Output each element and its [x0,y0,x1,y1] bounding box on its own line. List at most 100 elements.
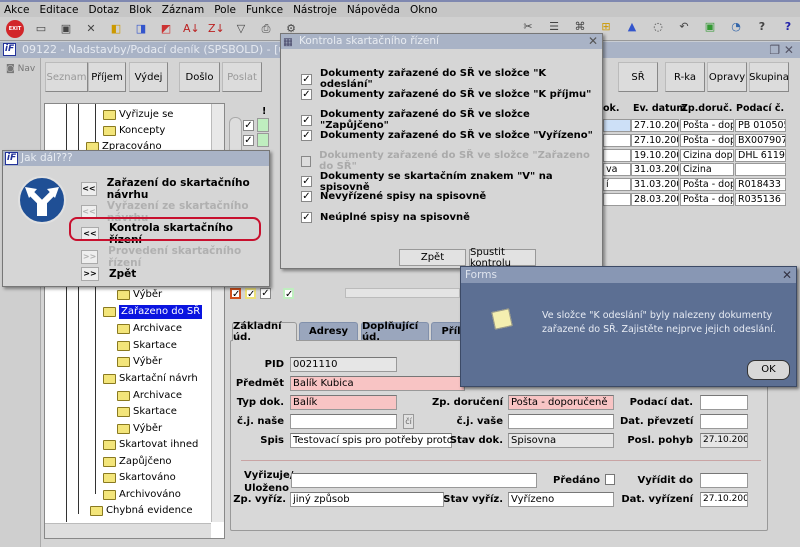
cj-vase-field[interactable] [508,414,614,429]
menu-okno[interactable]: Okno [410,4,437,16]
spis-field[interactable]: Testovací spis pro potřeby protokol [290,433,452,448]
table-cell[interactable]: 28.03.2006 [631,193,679,206]
tree-item[interactable]: Koncepty [103,124,165,138]
checkbox[interactable]: ✓ [301,73,312,85]
typ-dok-field[interactable]: Balík [290,395,397,410]
query-cancel-icon[interactable]: ◩ [158,22,174,36]
query-execute-icon[interactable]: ◨ [133,22,149,36]
tab-doplnujici-ud[interactable]: Doplňující úd. [361,321,429,343]
table-cell[interactable] [603,133,631,147]
tree-item[interactable]: Skartace [117,339,177,353]
save-icon[interactable]: ▣ [58,22,74,36]
menu-akce[interactable]: Akce [4,4,30,16]
table-cell[interactable]: BX00790774 [735,133,786,147]
cut-icon[interactable]: ✂ [520,20,536,34]
table-cell[interactable]: Pošta - doporu [680,133,734,147]
table-cell[interactable] [603,119,631,132]
table-cell[interactable]: í [603,178,631,192]
window-icon[interactable]: ▣ [702,20,718,34]
table-cell[interactable]: 27.10.2006 [631,133,679,147]
checkbox[interactable]: ✓ [301,191,312,202]
calc-icon[interactable]: ⊞ [598,20,614,34]
list-icon[interactable]: ☰ [546,20,562,34]
check-item[interactable]: ✓ Dokumenty zařazené do SŘ ve složce "Vyř… [301,129,593,141]
tree-item[interactable]: Skartovat ihned [103,438,198,452]
table-cell[interactable] [603,193,631,206]
exit-button[interactable]: EXIT [6,19,24,38]
tree-item[interactable]: Výběr [117,355,162,369]
check-item[interactable]: ✓ Nevyřízené spisy na spisovně [301,191,486,202]
query-enter-icon[interactable]: ◧ [108,22,124,36]
table-cell[interactable]: va [603,163,631,177]
next-step-option[interactable]: >> Provedení skartačního řízení [81,245,269,269]
prijem-button[interactable]: Příjem [88,62,126,92]
option-arrow-button[interactable]: >> [81,267,99,281]
table-cell[interactable] [735,163,786,177]
sort-asc-icon[interactable]: A↓ [183,22,200,36]
tree-item[interactable]: Chybná evidence [90,504,193,518]
new-record-icon[interactable]: ▭ [33,22,49,36]
vyridit-do-field[interactable] [700,473,748,488]
table-cell[interactable]: PB 0105052 [735,119,786,132]
table-cell[interactable]: 31.03.2006 [631,163,679,177]
next-step-option[interactable]: << Zařazení do skartačního návrhu [81,177,269,201]
predano-checkbox[interactable] [605,474,615,485]
tree-item[interactable]: Skartováno [103,471,176,485]
checkbox[interactable]: ✓ [301,129,312,141]
tab-adresy[interactable]: Adresy [299,322,358,340]
filter-checkbox-green[interactable]: ✓ [283,288,294,300]
check-item[interactable]: Dokumenty zařazené do SŘ ve složce "Zařa… [301,150,602,172]
nav-label[interactable]: Nav [18,64,36,74]
checkbox[interactable]: ✓ [301,114,312,126]
check-item[interactable]: ✓ Dokumenty zařazené do SŘ ve složce "K o… [301,68,602,90]
tree-icon[interactable]: ⌘ [572,20,588,34]
menu-editace[interactable]: Editace [40,4,79,16]
tree-item[interactable]: Výběr [117,422,162,436]
table-cell[interactable]: DHL 611919 [735,148,786,162]
filter-checkbox-red[interactable]: ✓ [230,288,241,300]
table-cell[interactable] [603,148,631,162]
filter-icon[interactable]: ▽ [233,22,249,36]
table-cell[interactable]: Pošta - doporu [680,193,734,206]
sort-desc-icon[interactable]: Z↓ [208,22,225,36]
tree-item[interactable]: Archivace [117,322,182,336]
checkbox[interactable]: ✓ [301,176,312,187]
tab-zakladni-ud[interactable]: Základní úd. [232,321,297,343]
vydej-button[interactable]: Výdej [129,62,168,92]
up-icon[interactable]: ▲ [624,20,640,34]
next-step-option[interactable]: >> Zpět [81,267,136,281]
option-arrow-button[interactable]: >> [81,249,99,264]
table-cell[interactable]: 27.10.2006 [631,119,679,132]
doslo-button[interactable]: Došlo [179,62,220,92]
tree-item[interactable]: Skartační návrh [103,372,198,386]
predmet-field[interactable]: Balík Kubica [290,376,465,391]
table-cell[interactable]: Cizina [680,163,734,177]
user-icon[interactable]: ◔ [728,20,744,34]
menu-dotaz[interactable]: Dotaz [89,4,120,16]
check-item[interactable]: ✓ Neúplné spisy na spisovně [301,211,470,223]
cj-lookup-button[interactable]: čí [403,414,414,429]
delete-record-icon[interactable]: ✕ [83,22,99,36]
check-item[interactable]: ✓ Dokumenty zařazené do SŘ ve složce "K p… [301,88,591,100]
stav-vyriz-field[interactable]: Vyřízeno [508,492,614,507]
opravy-button[interactable]: Opravy [707,62,747,92]
context-help-icon[interactable]: ? [780,20,796,34]
filter-checkbox-yellow[interactable]: ✓ [245,288,256,300]
close-icon[interactable]: ✕ [588,34,598,49]
row-checkbox[interactable]: ✓ [243,120,254,131]
seznam-button[interactable]: Seznam [45,62,88,92]
table-cell[interactable]: R035136 [735,193,786,206]
close-icon[interactable]: ✕ [782,267,792,283]
help-icon[interactable]: ? [754,20,770,34]
tree-item[interactable]: Archivováno [103,488,181,502]
menu-nastroje[interactable]: Nástroje [293,4,337,16]
checkbox[interactable] [301,155,312,167]
dat-vyrizeni-field[interactable]: 27.10.2006 [700,492,748,507]
tree-horizontal-scrollbar[interactable] [45,523,211,538]
table-cell[interactable]: Cizina doporu [680,148,734,162]
menu-zaznam[interactable]: Záznam [162,4,204,16]
menu-pole[interactable]: Pole [214,4,236,16]
print-icon[interactable]: ⎙ [258,22,274,36]
ok-button[interactable]: OK [747,360,790,380]
restore-close-icons[interactable]: ❐ ✕ [769,42,794,58]
